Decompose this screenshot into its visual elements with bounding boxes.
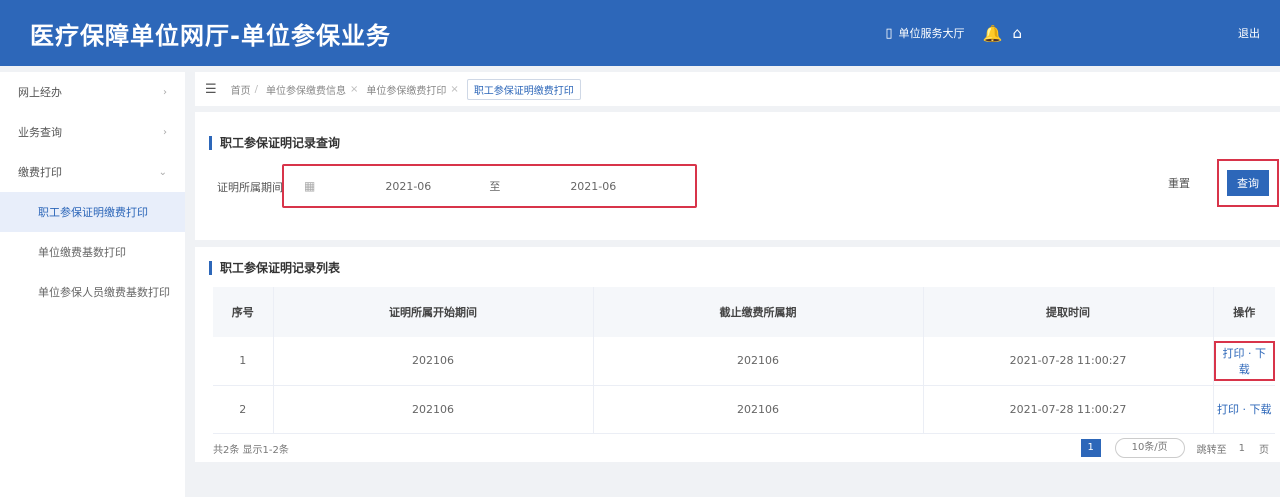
cell-end: 202106 <box>593 337 924 386</box>
table-row: 1 202106 202106 2021-07-28 11:00:27 打印 ·… <box>213 337 1275 386</box>
bell-icon[interactable]: 🔔 <box>983 24 1003 43</box>
query-button-highlight: 查询 <box>1217 159 1279 207</box>
breadcrumb-separator: / <box>254 83 259 95</box>
chevron-icon: › <box>163 126 167 138</box>
breadcrumb-item-home[interactable]: 首页 <box>231 82 251 97</box>
sidebar-item-label: 网上经办 <box>18 86 62 99</box>
breadcrumb-separator: × <box>350 83 359 95</box>
sidebar-item-online[interactable]: 网上经办 › <box>0 72 185 112</box>
column-header: 操作 <box>1213 287 1275 337</box>
pagination-controls: 1 10条/页 跳转至 1 页 <box>1080 437 1275 459</box>
page-number-current[interactable]: 1 <box>1080 439 1101 457</box>
search-card: 职工参保证明记录查询 证明所属期间 ▦ 2021-06 至 2021-06 重置… <box>195 112 1280 240</box>
header-right: ▯ 单位服务大厅 🔔 ⌂ 退出 <box>885 0 1280 66</box>
sidebar-item-query[interactable]: 业务查询 › <box>0 112 185 152</box>
exit-link[interactable]: 退出 <box>1238 25 1260 41</box>
print-download-links[interactable]: 打印 · 下载 <box>1213 340 1275 381</box>
goto-label: 跳转至 <box>1196 444 1227 456</box>
column-header: 提取时间 <box>923 287 1214 337</box>
page-size-select[interactable]: 10条/页 <box>1114 438 1185 458</box>
pagination: 共2条 显示1-2条 1 10条/页 跳转至 1 页 <box>213 437 1275 461</box>
breadcrumb-item[interactable]: 单位参保缴费打印 <box>366 82 446 97</box>
total-count: 共2条 显示1-2条 <box>213 445 289 456</box>
service-hall-label: 单位服务大厅 <box>898 27 965 40</box>
main-content: 职工参保证明记录查询 证明所属期间 ▦ 2021-06 至 2021-06 重置… <box>195 112 1280 497</box>
end-date-value[interactable]: 2021-06 <box>570 180 616 193</box>
column-header: 序号 <box>213 287 274 337</box>
cell-ops: 打印 · 下载 <box>1213 385 1275 434</box>
app-header: 医疗保障单位网厅-单位参保业务 ▯ 单位服务大厅 🔔 ⌂ 退出 <box>0 0 1280 66</box>
period-label: 证明所属期间 <box>217 181 283 194</box>
breadcrumb-item[interactable]: 单位参保缴费信息 <box>266 82 346 97</box>
column-header: 证明所属开始期间 <box>273 287 594 337</box>
sidebar-subitem-label: 职工参保证明缴费打印 <box>38 206 148 219</box>
calendar-icon: ▦ <box>304 179 316 193</box>
date-range-picker[interactable]: ▦ 2021-06 至 2021-06 <box>282 164 697 208</box>
sidebar-subitem-employee-cert[interactable]: 职工参保证明缴费打印 <box>0 192 185 232</box>
sidebar-subitem-label: 单位参保人员缴费基数打印 <box>38 286 170 299</box>
cell-index: 1 <box>213 337 274 386</box>
breadcrumb-item-current[interactable]: 职工参保证明缴费打印 <box>466 78 581 100</box>
user-icon[interactable]: ⌂ <box>1012 24 1022 42</box>
chevron-icon: › <box>163 86 167 98</box>
sidebar-item-label: 业务查询 <box>18 126 62 139</box>
print-download-links[interactable]: 打印 · 下载 <box>1217 401 1272 417</box>
page-unit-label: 页 <box>1259 444 1269 456</box>
table-header-row: 序号 证明所属开始期间 截止缴费所属期 提取时间 操作 <box>213 287 1275 337</box>
cell-ops: 打印 · 下载 <box>1213 337 1275 386</box>
reset-button[interactable]: 重置 <box>1168 175 1190 191</box>
breadcrumb: ☰ 首页 / 单位参保缴费信息 × 单位参保缴费打印 × 职工参保证明缴费打印 <box>195 72 1280 106</box>
document-icon: ▯ <box>885 25 893 41</box>
cell-start: 202106 <box>273 385 594 434</box>
cell-start: 202106 <box>273 337 594 386</box>
sidebar-subitem-label: 单位缴费基数打印 <box>38 246 126 259</box>
chevron-down-icon: ⌄ <box>158 166 167 178</box>
sidebar-item-print[interactable]: 缴费打印 ⌄ <box>0 152 185 192</box>
cell-time: 2021-07-28 11:00:27 <box>923 337 1214 386</box>
column-header: 截止缴费所属期 <box>593 287 924 337</box>
menu-icon[interactable]: ☰ <box>205 82 217 97</box>
user-name <box>1030 26 1220 40</box>
records-table: 序号 证明所属开始期间 截止缴费所属期 提取时间 操作 1 202106 202… <box>213 287 1275 434</box>
service-hall-link[interactable]: ▯ 单位服务大厅 <box>885 25 964 41</box>
query-button[interactable]: 查询 <box>1227 170 1269 196</box>
cell-end: 202106 <box>593 385 924 434</box>
range-separator: 至 <box>489 180 501 193</box>
cell-time: 2021-07-28 11:00:27 <box>923 385 1214 434</box>
table-row: 2 202106 202106 2021-07-28 11:00:27 打印 ·… <box>213 385 1275 434</box>
start-date-value[interactable]: 2021-06 <box>385 180 431 193</box>
sidebar-item-label: 缴费打印 <box>18 166 62 179</box>
sidebar: 网上经办 › 业务查询 › 缴费打印 ⌄ 职工参保证明缴费打印 单位缴费基数打印… <box>0 72 185 497</box>
list-section-title: 职工参保证明记录列表 <box>209 261 340 275</box>
breadcrumb-separator: × <box>450 83 459 95</box>
list-card: 职工参保证明记录列表 序号 证明所属开始期间 截止缴费所属期 提取时间 操作 1… <box>195 247 1280 462</box>
cell-index: 2 <box>213 385 274 434</box>
search-section-title: 职工参保证明记录查询 <box>209 136 340 150</box>
sidebar-subitem-unit-base[interactable]: 单位缴费基数打印 <box>0 232 185 272</box>
app-title: 医疗保障单位网厅-单位参保业务 <box>30 21 391 50</box>
sidebar-subitem-person-base[interactable]: 单位参保人员缴费基数打印 <box>0 272 185 312</box>
goto-page-input[interactable]: 1 <box>1239 443 1245 454</box>
